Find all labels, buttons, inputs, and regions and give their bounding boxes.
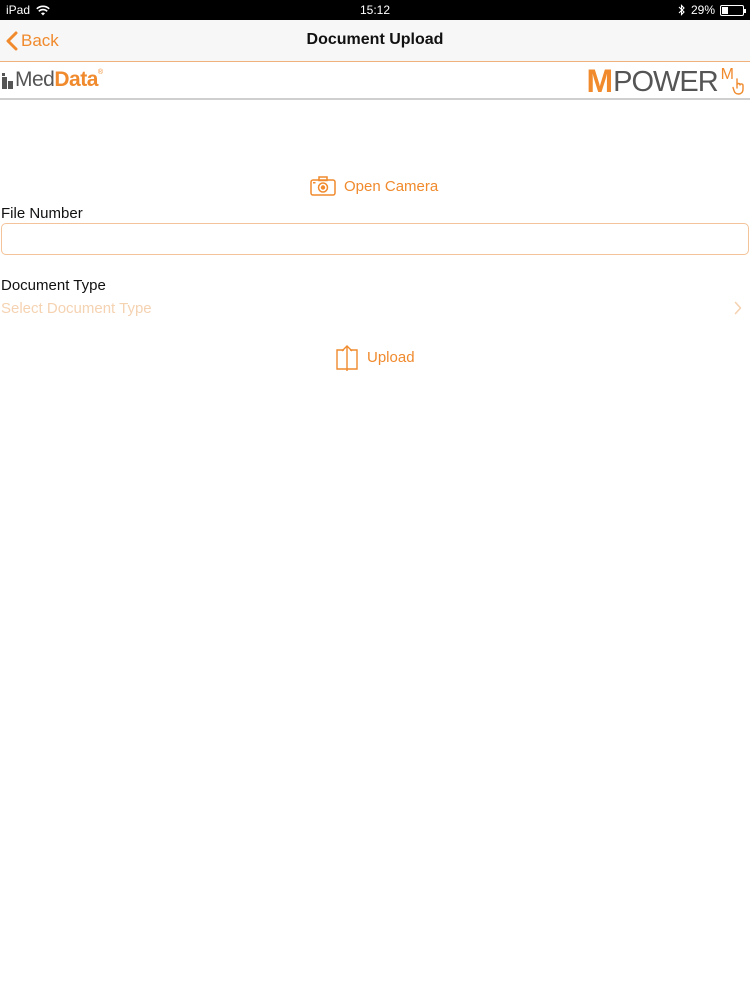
battery-percent: 29% (690, 3, 715, 17)
chevron-right-icon (734, 301, 742, 315)
page-title: Document Upload (306, 31, 444, 48)
document-type-label: Document Type (1, 277, 106, 294)
open-camera-button[interactable]: Open Camera (310, 174, 438, 198)
file-number-label: File Number (1, 205, 83, 222)
meddata-logo-med: Med (15, 68, 55, 91)
mpower-logo-m: M (586, 63, 614, 99)
mpower-logo: M POWER M (586, 63, 746, 97)
bluetooth-icon (678, 4, 685, 16)
meddata-logo-data: Data (54, 68, 98, 91)
mpower-logo-power: POWER (613, 66, 719, 98)
file-number-input[interactable] (1, 223, 749, 255)
navigation-bar: Back Document Upload (0, 20, 750, 62)
document-type-placeholder: Select Document Type (1, 300, 152, 317)
status-time: 15:12 (359, 3, 391, 17)
open-camera-label: Open Camera (344, 177, 439, 195)
battery-fill (722, 6, 728, 14)
status-bar: iPad 15:12 29% (0, 0, 750, 20)
meddata-mark-icon (2, 73, 13, 89)
document-type-select[interactable]: Select Document Type (0, 297, 750, 321)
upload-button[interactable]: Upload (336, 342, 415, 372)
logo-bar: Med Data ® M POWER M (0, 62, 750, 100)
upload-label: Upload (367, 348, 415, 366)
upload-icon (336, 345, 358, 371)
camera-icon (310, 176, 336, 196)
battery-icon (720, 4, 746, 16)
touch-hand-icon (732, 78, 744, 95)
meddata-logo-registered: ® (97, 69, 104, 76)
meddata-logo: Med Data ® (2, 68, 103, 92)
